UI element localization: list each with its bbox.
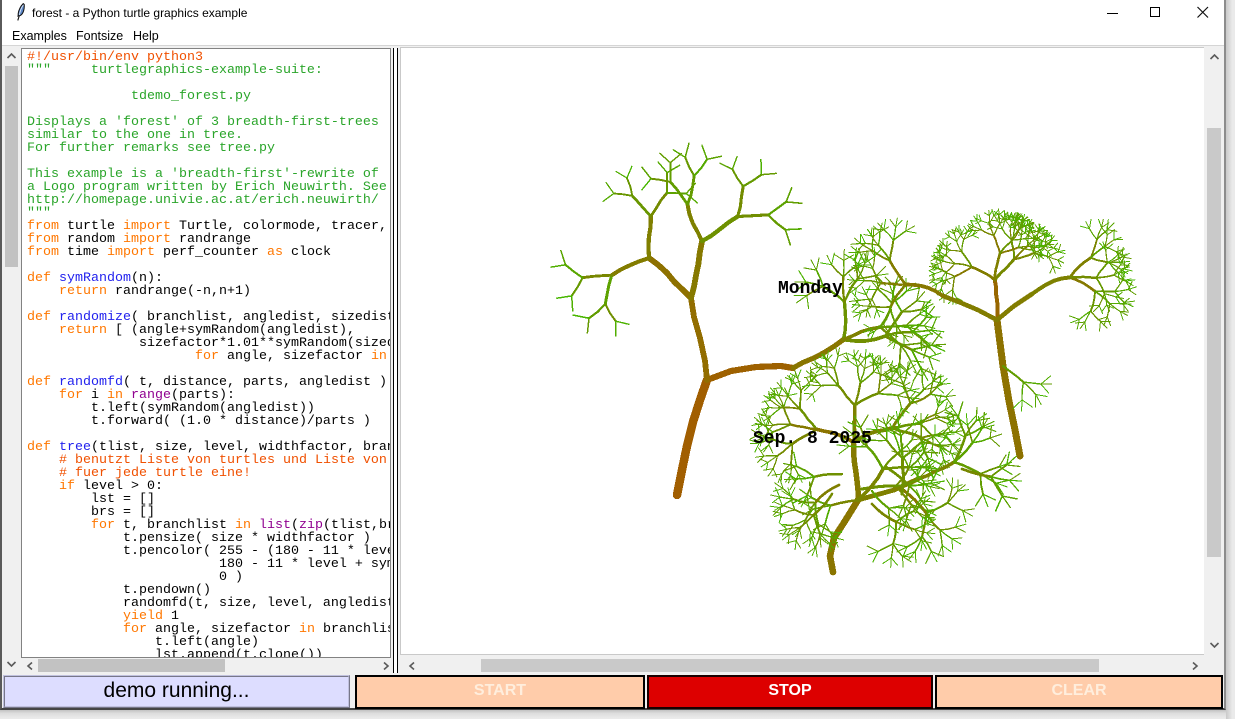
svg-text:Sep. 8 2025: Sep. 8 2025: [753, 429, 872, 449]
svg-text:Monday: Monday: [778, 279, 843, 299]
